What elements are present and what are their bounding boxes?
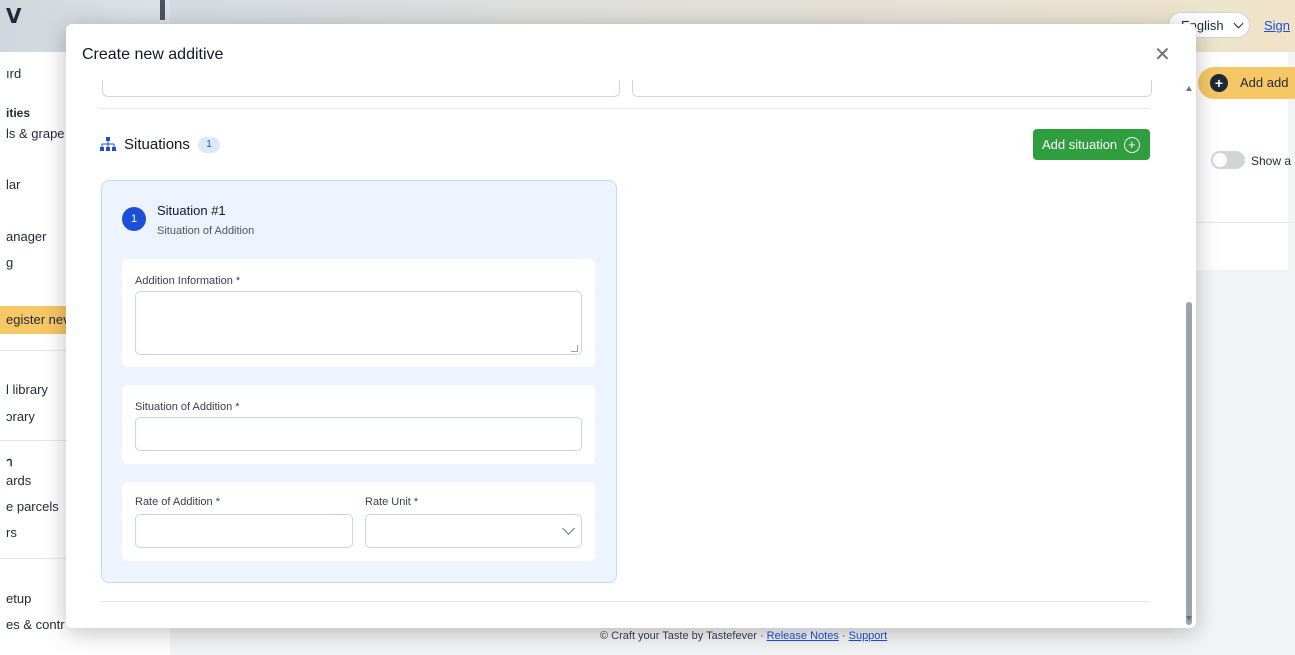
show-all-toggle[interactable] [1211,151,1245,169]
situations-count-badge: 1 [198,137,220,153]
create-additive-modal: Create new additive ✕ Situations 1 Add s… [66,24,1196,628]
situation-number-badge: 1 [122,207,146,231]
addition-information-label: Addition Information * [135,275,241,287]
rate-of-addition-input[interactable] [135,514,353,548]
modal-title: Create new additive [82,46,224,63]
sign-out-link[interactable]: Sign [1264,18,1290,33]
sidebar-item-cellar[interactable]: lar [6,177,20,192]
scroll-up-icon[interactable] [1186,86,1192,91]
situations-title: Situations [124,136,190,153]
footer-copyright: © Craft your Taste by Tastefever [600,630,757,642]
sidebar-item-manager[interactable]: anager [6,229,46,244]
sidebar-item-controls[interactable]: es & contr [6,617,65,632]
add-additive-button[interactable]: + Add add [1198,67,1295,99]
sidebar-item-grapes[interactable]: ls & grape [6,126,65,141]
release-notes-link[interactable]: Release Notes [767,630,839,642]
rate-group: Rate of Addition * Rate Unit * [122,482,595,561]
scroll-thumb[interactable] [1186,302,1192,625]
plus-icon: + [1210,74,1228,92]
sidebar-item-log[interactable]: g [6,255,13,270]
sidebar-section: า [6,455,13,469]
plus-circle-icon: + [1123,136,1140,153]
rate-of-addition-label: Rate of Addition * [135,496,221,508]
sidebar-stripe [160,0,165,20]
app-logo[interactable]: V [6,4,21,28]
situation-of-addition-group: Situation of Addition * [122,385,595,464]
sidebar-item-library[interactable]: l library [6,382,48,397]
addition-information-group: Addition Information * [122,259,595,367]
section-divider [100,108,1150,109]
close-icon[interactable]: ✕ [1154,42,1171,66]
situation-title: Situation #1 [157,203,226,218]
add-situation-button[interactable]: Add situation + [1033,129,1150,160]
rate-unit-select[interactable] [365,514,582,548]
section-divider [100,601,1150,602]
sitemap-icon [100,137,116,151]
situation-of-addition-label: Situation of Addition * [135,401,240,413]
sidebar-register-new-button[interactable]: egister nev [0,306,70,334]
footer-separator: · [756,630,767,642]
footer-separator: · [838,630,849,642]
support-link[interactable]: Support [849,630,888,642]
previous-field-left[interactable] [102,80,620,97]
show-toggle-label: Show a [1251,154,1292,168]
sidebar-item-others[interactable]: rs [6,525,17,540]
situation-subtitle: Situation of Addition [157,225,255,237]
sidebar-item-dashboard[interactable]: ırd [6,66,21,81]
resize-handle-icon[interactable] [571,345,578,352]
footer: © Craft your Taste by Tastefever · Relea… [600,630,887,642]
chevron-down-icon [562,522,575,535]
toggle-knob [1213,153,1227,167]
sidebar-section-entities: ities [6,106,31,120]
previous-field-right[interactable] [632,80,1152,97]
scroll-down-icon[interactable] [1186,616,1192,621]
add-additive-label: Add add [1240,75,1289,90]
sidebar-item-parcels[interactable]: e parcels [6,499,59,514]
situation-of-addition-input[interactable] [135,417,582,451]
sidebar-item-library-2[interactable]: ɔrary [6,409,35,424]
sidebar-item-setup[interactable]: etup [6,591,31,606]
chevron-down-icon [1233,18,1244,29]
rate-unit-label: Rate Unit * [365,496,419,508]
add-situation-label: Add situation [1042,137,1118,152]
sidebar-item-vineyards[interactable]: ards [6,473,31,488]
addition-information-textarea[interactable] [135,291,582,355]
main-divider [1195,222,1295,223]
modal-scrollbar[interactable] [1184,74,1194,625]
situation-card: 1 Situation #1 Situation of Addition Add… [101,180,617,583]
